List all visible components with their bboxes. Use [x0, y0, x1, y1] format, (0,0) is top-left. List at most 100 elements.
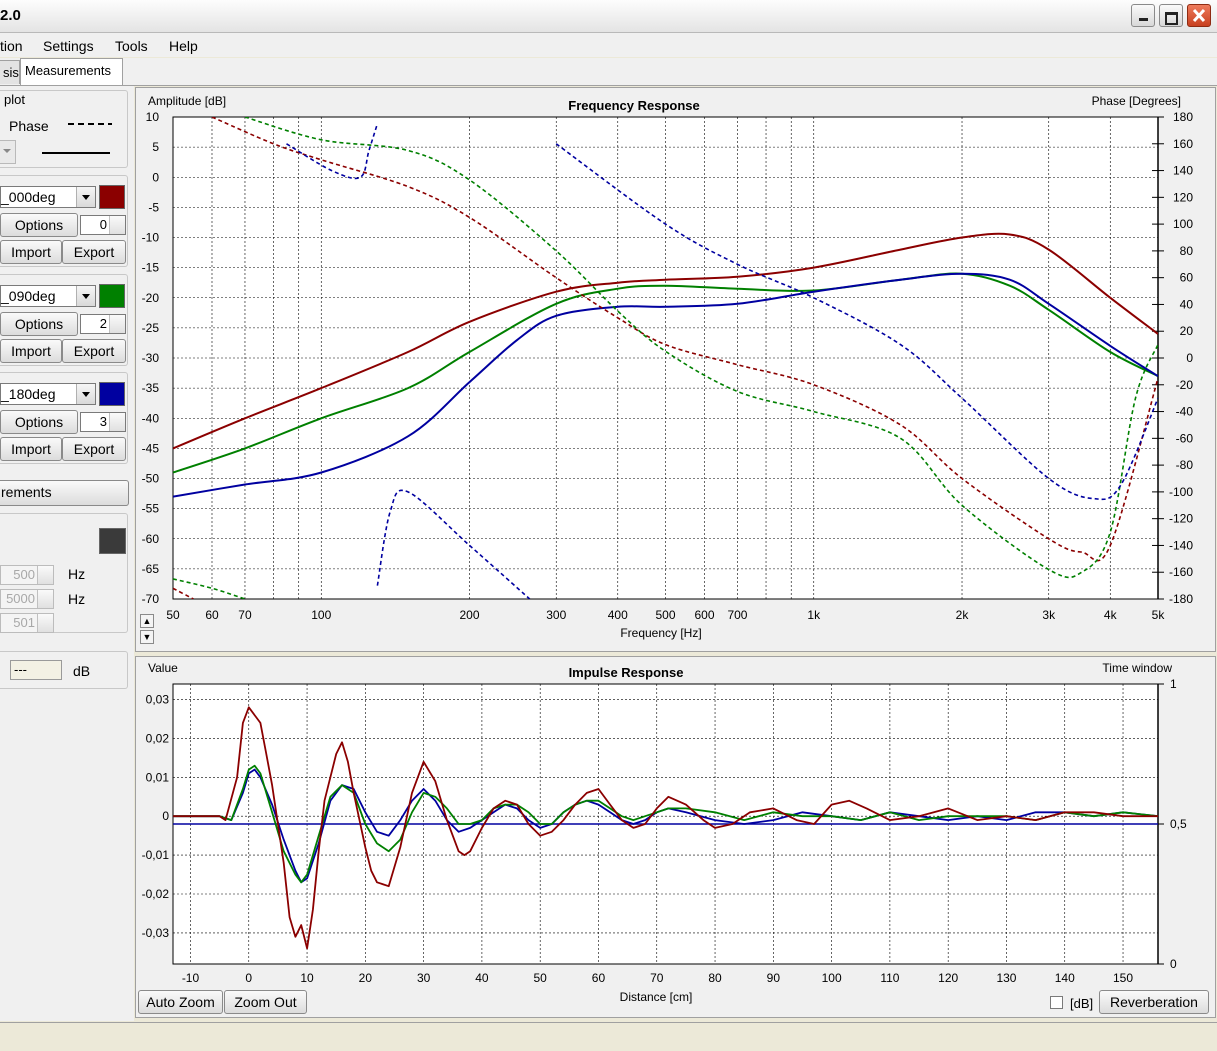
- arrow-down-icon: ▼: [142, 632, 152, 642]
- x-tick-label: 700: [727, 608, 747, 622]
- y2-tick-label: 80: [1180, 244, 1194, 258]
- freq-start-field[interactable]: 500: [0, 565, 54, 585]
- x-tick-label: 30: [417, 971, 431, 985]
- tab-analysis[interactable]: sis: [0, 60, 20, 84]
- close-button[interactable]: [1187, 4, 1211, 27]
- y2-tick-label: 180: [1173, 110, 1193, 124]
- window-title: 2.0: [0, 7, 21, 24]
- x-tick-label: 4k: [1104, 608, 1118, 622]
- measurement-color-1[interactable]: [99, 185, 125, 209]
- y-tick-label: 10: [146, 110, 160, 124]
- freq-start-unit: Hz: [68, 566, 86, 582]
- y2-tick-label: -180: [1169, 592, 1193, 606]
- menu-item-settings[interactable]: Settings: [43, 38, 94, 54]
- options-button-2[interactable]: Options: [0, 312, 78, 336]
- frequency-range-group: 500 Hz 5000 Hz 501: [0, 513, 128, 633]
- db-field[interactable]: ---: [10, 660, 62, 680]
- y2-tick-label: -20: [1176, 378, 1194, 392]
- measurement-color-2[interactable]: [99, 284, 125, 308]
- menu-bar: tion Settings Tools Help: [0, 33, 1217, 57]
- options-button-1[interactable]: Options: [0, 213, 78, 237]
- chevron-down-icon: [3, 149, 11, 153]
- y-tick-label: 0,03: [146, 693, 170, 707]
- auto-zoom-button[interactable]: Auto Zoom: [138, 990, 223, 1014]
- y-tick-label: -10: [142, 231, 160, 245]
- y-tick-label: -55: [142, 502, 160, 516]
- impulse-response-chart[interactable]: -10 0 10 20 30 40 50 60 70 80 90 100 110 120 130 140 150…: [136, 657, 1217, 1019]
- maximize-button[interactable]: [1159, 4, 1183, 27]
- y-tick-label: -0,02: [142, 887, 170, 901]
- x-tick-label: 140: [1055, 971, 1075, 985]
- measurement-name-2: _090deg: [1, 288, 56, 304]
- x-tick-label: 200: [459, 608, 479, 622]
- export-button-1[interactable]: Export: [62, 240, 126, 264]
- options-spinner-1[interactable]: 0: [80, 215, 126, 235]
- measurements-button[interactable]: rements: [0, 480, 129, 506]
- x-tick-label: 60: [205, 608, 219, 622]
- measurement-select-3[interactable]: _180deg: [0, 383, 96, 405]
- import-button-3[interactable]: Import: [0, 437, 62, 461]
- x-tick-label: 0: [245, 971, 252, 985]
- tab-strip: sis Measurements: [0, 58, 1217, 86]
- chevron-down-icon: [76, 187, 95, 207]
- x-tick-label: 100: [822, 971, 842, 985]
- x-tick-label: 10: [300, 971, 314, 985]
- zoom-out-button[interactable]: Zoom Out: [224, 990, 307, 1014]
- plot-group: plot Phase: [0, 90, 128, 168]
- options-spinner-3[interactable]: 3: [80, 412, 126, 432]
- export-button-3[interactable]: Export: [62, 437, 126, 461]
- scroll-up-button[interactable]: ▲: [140, 614, 154, 628]
- export-button-2[interactable]: Export: [62, 339, 126, 363]
- tab-measurements[interactable]: Measurements: [20, 58, 123, 85]
- scroll-down-button[interactable]: ▼: [140, 630, 154, 644]
- y-tick-label: 0,02: [146, 731, 170, 745]
- measurement-select-2[interactable]: _090deg: [0, 285, 96, 307]
- side-panel: plot Phase _000deg Options 0 Import Expo…: [0, 86, 134, 1021]
- y2-tick-label: 120: [1173, 190, 1193, 204]
- x-tick-label: 100: [311, 608, 331, 622]
- db-checkbox[interactable]: [1050, 996, 1063, 1009]
- y-tick-label: -30: [142, 351, 160, 365]
- x-tick-label: 50: [534, 971, 548, 985]
- measurement-select-1[interactable]: _000deg: [0, 186, 96, 208]
- dark-color-swatch[interactable]: [99, 528, 126, 554]
- reverberation-button[interactable]: Reverberation: [1099, 990, 1209, 1014]
- measurement-color-3[interactable]: [99, 382, 125, 406]
- db-group: --- dB: [0, 651, 128, 689]
- menu-item-application[interactable]: tion: [0, 38, 23, 54]
- db-checkbox-label: [dB]: [1070, 996, 1094, 1011]
- import-button-2[interactable]: Import: [0, 339, 62, 363]
- chevron-down-icon: [76, 384, 95, 404]
- y2-tick-label: -140: [1169, 538, 1193, 552]
- y2-tick-label: 160: [1173, 137, 1193, 151]
- x-tick-label: 70: [650, 971, 664, 985]
- plot-group-label: plot: [4, 92, 25, 107]
- frequency-response-chart[interactable]: 50 60 70 100 200 300 400 500 600 700 1k 2k 3k 4k 5k105…: [136, 88, 1217, 653]
- y2-tick-label: -120: [1169, 512, 1193, 526]
- phase-label: Phase: [9, 118, 49, 134]
- freq-points-field[interactable]: 501: [0, 613, 54, 633]
- y2-tick-label: 140: [1173, 164, 1193, 178]
- x-axis-label: Frequency [Hz]: [620, 626, 701, 640]
- y2-tick-label: 100: [1173, 217, 1193, 231]
- menu-item-tools[interactable]: Tools: [115, 38, 148, 54]
- measurement-group-1: _000deg Options 0 Import Export: [0, 175, 128, 267]
- y-tick-label: -0,01: [142, 848, 170, 862]
- menu-item-help[interactable]: Help: [169, 38, 198, 54]
- y-tick-label: -45: [142, 441, 160, 455]
- options-button-3[interactable]: Options: [0, 410, 78, 434]
- y-axis-label: Value: [148, 661, 178, 675]
- x-tick-label: 5k: [1152, 608, 1166, 622]
- x-tick-label: 40: [475, 971, 489, 985]
- options-spinner-2[interactable]: 2: [80, 314, 126, 334]
- frequency-response-panel: 50 60 70 100 200 300 400 500 600 700 1k 2k 3k 4k 5k 10 5…: [135, 87, 1216, 652]
- y2-tick-label: -60: [1176, 431, 1194, 445]
- chart-title: Impulse Response: [569, 665, 684, 680]
- y-tick-label: -40: [142, 411, 160, 425]
- import-button-1[interactable]: Import: [0, 240, 62, 264]
- chart-title: Frequency Response: [568, 98, 700, 113]
- y-tick-label: -70: [142, 592, 160, 606]
- plot-dropdown[interactable]: [0, 140, 16, 164]
- minimize-button[interactable]: [1131, 4, 1155, 27]
- freq-end-field[interactable]: 5000: [0, 589, 54, 609]
